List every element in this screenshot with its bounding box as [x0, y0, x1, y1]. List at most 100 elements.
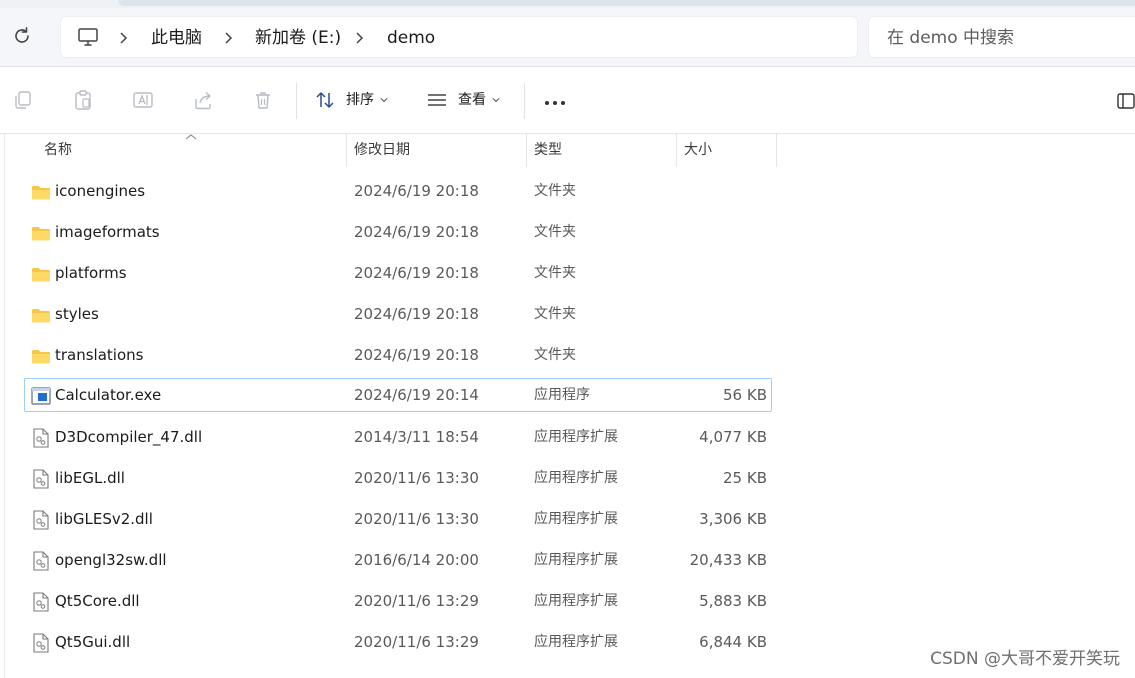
file-name: translations: [55, 346, 144, 364]
column-header: 名称 修改日期 类型 大小: [0, 134, 1135, 167]
file-size: 4,077 KB: [699, 428, 767, 446]
view-label: 查看: [458, 92, 486, 108]
column-type[interactable]: 类型: [534, 134, 562, 167]
file-name: iconengines: [55, 182, 146, 200]
toolbar-separator: [296, 83, 297, 119]
file-name: opengl32sw.dll: [55, 551, 167, 569]
chevron-right-icon[interactable]: [222, 31, 236, 45]
file-size: 6,844 KB: [699, 633, 767, 651]
breadcrumb-demo[interactable]: demo: [387, 28, 435, 48]
file-modified-date: 2024/6/19 20:14: [354, 386, 479, 404]
dll-icon: [31, 633, 51, 653]
folder-icon: [31, 182, 51, 202]
file-name: Qt5Gui.dll: [55, 633, 131, 651]
file-name: libGLESv2.dll: [55, 510, 153, 528]
file-modified-date: 2024/6/19 20:18: [354, 182, 479, 200]
chevron-right-icon[interactable]: [353, 31, 367, 45]
sort-icon: [316, 92, 334, 108]
file-type: 文件夹: [534, 347, 576, 363]
this-pc-icon[interactable]: [77, 26, 99, 48]
share-icon[interactable]: [192, 89, 214, 111]
column-divider[interactable]: [526, 134, 527, 167]
file-type: 文件夹: [534, 224, 576, 240]
file-name: Qt5Core.dll: [55, 592, 140, 610]
file-row[interactable]: translations 2024/6/19 20:18 文件夹: [24, 338, 772, 372]
file-row[interactable]: libGLESv2.dll 2020/11/6 13:30 应用程序扩展 3,306 …: [24, 502, 772, 536]
file-row[interactable]: platforms 2024/6/19 20:18 文件夹: [24, 256, 772, 290]
file-row[interactable]: iconengines 2024/6/19 20:18 文件夹: [24, 174, 772, 208]
file-row[interactable]: imageformats 2024/6/19 20:18 文件夹: [24, 215, 772, 249]
sort-label: 排序: [346, 92, 374, 108]
chevron-right-icon[interactable]: [117, 31, 131, 45]
nav-pane-divider[interactable]: [4, 134, 5, 678]
file-type: 应用程序扩展: [534, 552, 618, 568]
more-options-icon[interactable]: [542, 90, 568, 116]
file-name: platforms: [55, 264, 127, 282]
paste-icon[interactable]: [72, 89, 94, 111]
copy-icon[interactable]: [12, 89, 34, 111]
file-type: 应用程序扩展: [534, 511, 618, 527]
file-row[interactable]: Calculator.exe 2024/6/19 20:14 应用程序 56 KB: [24, 378, 772, 412]
file-name: D3Dcompiler_47.dll: [55, 428, 203, 446]
refresh-icon[interactable]: [10, 24, 34, 48]
toolbar-separator: [524, 83, 525, 119]
file-type: 文件夹: [534, 183, 576, 199]
file-modified-date: 2020/11/6 13:30: [354, 510, 479, 528]
view-icon: [428, 94, 446, 106]
column-date[interactable]: 修改日期: [354, 134, 410, 167]
file-name: libEGL.dll: [55, 469, 125, 487]
file-modified-date: 2024/6/19 20:18: [354, 264, 479, 282]
file-modified-date: 2024/6/19 20:18: [354, 346, 479, 364]
file-name: styles: [55, 305, 99, 323]
title-strip: [0, 0, 1135, 8]
file-modified-date: 2020/11/6 13:29: [354, 592, 479, 610]
file-size: 3,306 KB: [699, 510, 767, 528]
file-explorer-window: 此电脑 新加卷 (E:) demo 在 demo 中搜索 排序 查看 名称 修改…: [0, 0, 1135, 678]
file-size: 5,883 KB: [699, 592, 767, 610]
file-type: 应用程序扩展: [534, 429, 618, 445]
dll-icon: [31, 510, 51, 530]
delete-icon[interactable]: [252, 89, 274, 111]
file-row[interactable]: Qt5Core.dll 2020/11/6 13:29 应用程序扩展 5,883 KB: [24, 584, 772, 618]
column-divider[interactable]: [776, 134, 777, 167]
column-divider[interactable]: [346, 134, 347, 167]
column-divider[interactable]: [676, 134, 677, 167]
file-modified-date: 2016/6/14 20:00: [354, 551, 479, 569]
address-row: 此电脑 新加卷 (E:) demo 在 demo 中搜索: [0, 8, 1135, 67]
file-row[interactable]: styles 2024/6/19 20:18 文件夹: [24, 297, 772, 331]
file-size: 56 KB: [723, 386, 767, 404]
folder-icon: [31, 346, 51, 366]
file-type: 文件夹: [534, 306, 576, 322]
file-modified-date: 2024/6/19 20:18: [354, 305, 479, 323]
address-bar[interactable]: 此电脑 新加卷 (E:) demo: [60, 16, 858, 58]
dll-icon: [31, 551, 51, 571]
file-row[interactable]: D3Dcompiler_47.dll 2014/3/11 18:54 应用程序扩展 4…: [24, 420, 772, 454]
chevron-down-icon: [380, 98, 388, 103]
watermark: CSDN @大哥不爱开笑玩: [930, 649, 1120, 669]
sort-button[interactable]: 排序: [314, 87, 388, 113]
file-row[interactable]: Qt5Gui.dll 2020/11/6 13:29 应用程序扩展 6,844 KB: [24, 625, 772, 659]
file-name: imageformats: [55, 223, 160, 241]
breadcrumb-this-pc[interactable]: 此电脑: [151, 28, 202, 48]
dll-icon: [31, 469, 51, 489]
rename-icon[interactable]: [132, 89, 154, 111]
view-button[interactable]: 查看: [426, 87, 500, 113]
file-size: 20,433 KB: [689, 551, 767, 569]
chevron-down-icon: [492, 98, 500, 103]
folder-icon: [31, 223, 51, 243]
column-size[interactable]: 大小: [684, 134, 712, 167]
file-row[interactable]: libEGL.dll 2020/11/6 13:30 应用程序扩展 25 KB: [24, 461, 772, 495]
search-input[interactable]: 在 demo 中搜索: [868, 16, 1135, 58]
file-modified-date: 2014/3/11 18:54: [354, 428, 479, 446]
details-pane-icon[interactable]: [1117, 92, 1135, 110]
column-name[interactable]: 名称: [44, 134, 72, 167]
file-type: 应用程序扩展: [534, 593, 618, 609]
breadcrumb-drive-e[interactable]: 新加卷 (E:): [255, 28, 341, 48]
file-modified-date: 2020/11/6 13:30: [354, 469, 479, 487]
file-type: 应用程序扩展: [534, 634, 618, 650]
file-size: 25 KB: [723, 469, 767, 487]
file-row[interactable]: opengl32sw.dll 2016/6/14 20:00 应用程序扩展 20,43…: [24, 543, 772, 577]
file-modified-date: 2020/11/6 13:29: [354, 633, 479, 651]
exe-icon: [31, 386, 51, 406]
folder-icon: [31, 305, 51, 325]
